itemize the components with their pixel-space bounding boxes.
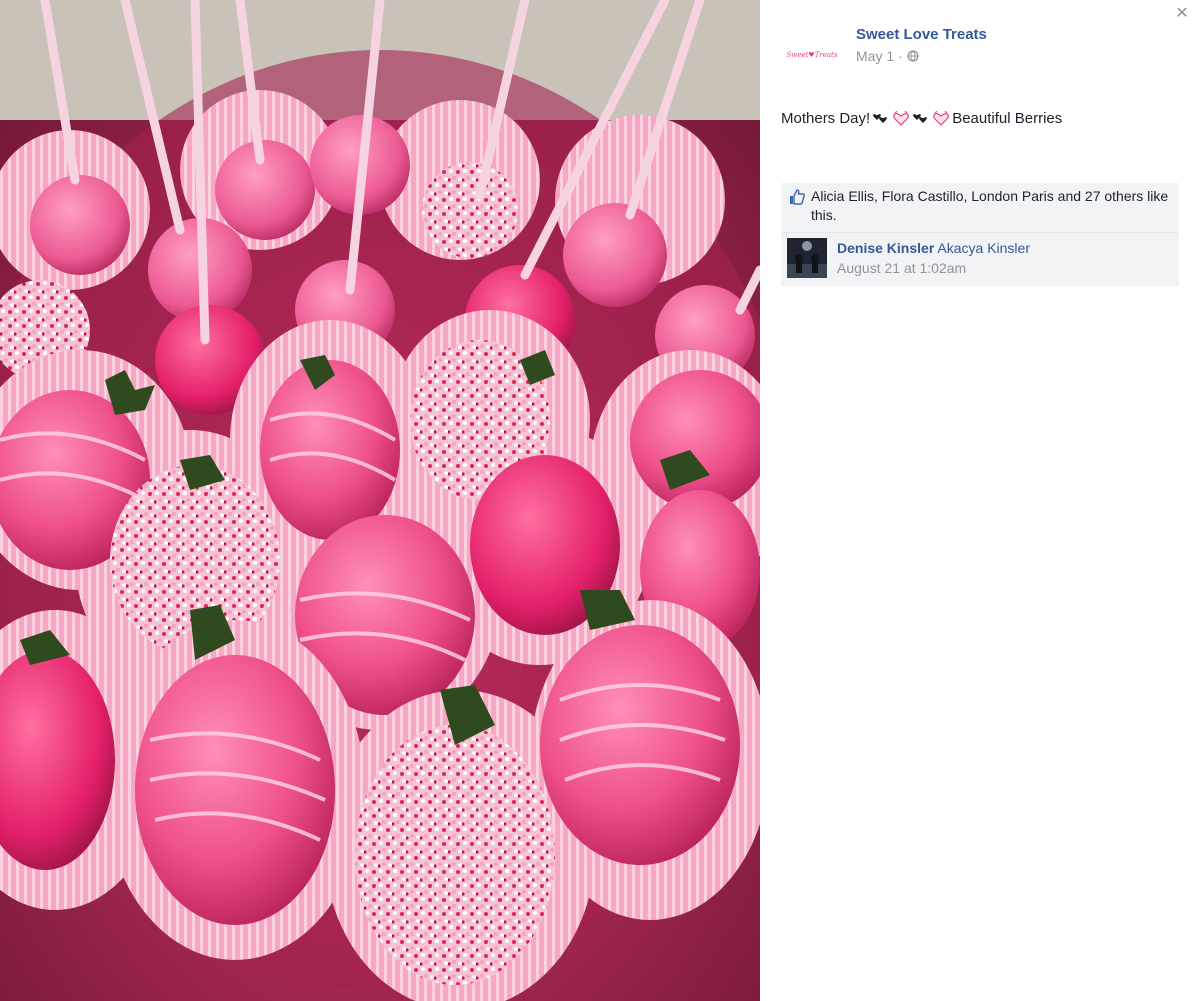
page-name-link[interactable]: Sweet Love Treats: [856, 26, 987, 43]
page-logo: Sweet♥Treats: [787, 51, 838, 59]
page-avatar[interactable]: Sweet♥Treats: [782, 24, 842, 84]
post-date[interactable]: May 1: [856, 48, 894, 64]
post-sidebar: ✕ Sweet♥Treats Sweet Love Treats May 1 ·…: [760, 0, 1200, 1001]
commenter-avatar[interactable]: [787, 238, 827, 278]
like-icon[interactable]: [789, 189, 805, 205]
globe-icon[interactable]: [907, 50, 919, 62]
heart-outline-icon: [893, 110, 910, 126]
comment: Denise Kinsler Akacya Kinsler August 21 …: [781, 233, 1179, 286]
likes-text[interactable]: Alicia Ellis, Flora Castillo, London Par…: [811, 187, 1173, 225]
comment-body: Denise Kinsler Akacya Kinsler August 21 …: [837, 238, 1030, 281]
post-photo[interactable]: [0, 0, 760, 1001]
comment-timestamp[interactable]: August 21 at 1:02am: [837, 258, 1030, 278]
photo-strawberries-cake-pops: [0, 0, 760, 1001]
svg-text:Sweet♥Treats: Sweet♥Treats: [787, 51, 838, 59]
likes-summary: Alicia Ellis, Flora Castillo, London Par…: [781, 183, 1179, 233]
post-message-part1: Mothers Day!: [781, 110, 871, 127]
black-hearts-icon: [873, 113, 888, 123]
comment-tagged-user[interactable]: Akacya Kinsler: [937, 240, 1030, 256]
meta-separator: ·: [898, 48, 903, 64]
black-hearts-icon: [913, 113, 928, 123]
comment-author-link[interactable]: Denise Kinsler: [837, 240, 934, 256]
post-meta: May 1 ·: [856, 48, 919, 64]
post-message-part2: Beautiful Berries: [952, 110, 1063, 127]
post-message: Mothers Day! Beautiful Berries: [781, 110, 1062, 127]
heart-outline-icon: [933, 110, 950, 126]
close-icon[interactable]: ✕: [1172, 4, 1192, 24]
